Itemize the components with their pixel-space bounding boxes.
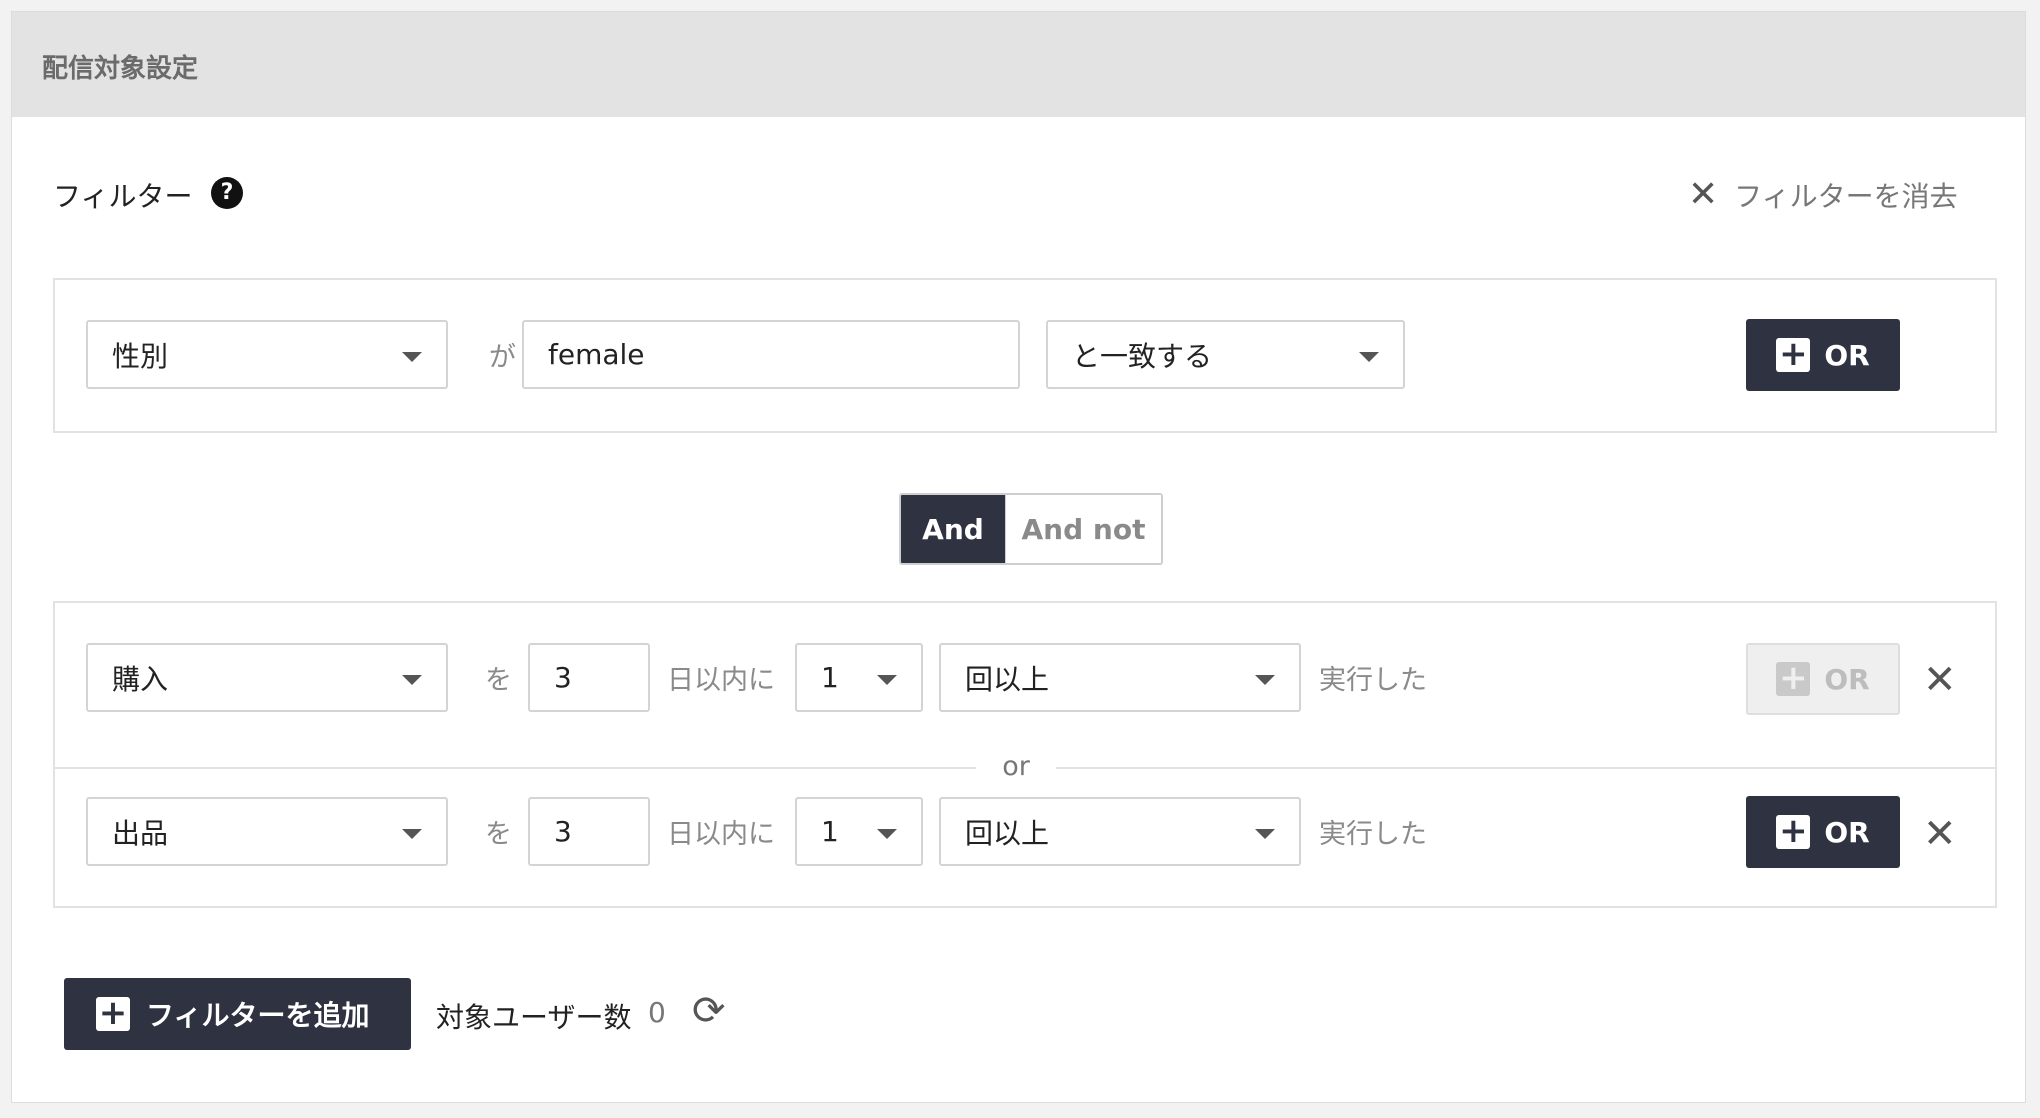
chevron-down-icon: [402, 829, 422, 839]
connector-wo: を: [485, 665, 512, 696]
event-select-value: 出品: [112, 816, 169, 850]
event-select[interactable]: 購入: [86, 643, 448, 712]
days-suffix: 日以内に: [667, 665, 775, 696]
plus-icon: +: [1776, 337, 1811, 372]
close-icon[interactable]: ✕: [1923, 814, 1957, 854]
add-or-button[interactable]: + OR: [1746, 796, 1900, 868]
target-users-label: 対象ユーザー数: [436, 1001, 632, 1034]
or-divider-label: or: [976, 751, 1056, 782]
add-filter-label: フィルターを追加: [146, 999, 370, 1032]
value-input-text: female: [548, 338, 645, 371]
days-input[interactable]: 3: [528, 797, 650, 866]
filter-group-1: 性別 が female と一致する + OR: [53, 278, 1997, 433]
filter-label: フィルター: [53, 180, 193, 213]
days-input-text: 3: [554, 815, 572, 848]
count-condition-select[interactable]: 回以上: [939, 797, 1301, 866]
add-or-button[interactable]: + OR: [1746, 319, 1900, 391]
chevron-down-icon: [877, 829, 897, 839]
filter-group-2: 購入 を 3 日以内に 1 回以上 実行した + OR ✕ or 出品 を 3 …: [53, 601, 1997, 908]
connector-wo: を: [485, 819, 512, 850]
add-or-button-disabled: + OR: [1746, 643, 1900, 715]
attribute-select-value: 性別: [112, 339, 169, 373]
add-or-label: OR: [1824, 662, 1870, 696]
add-filter-button[interactable]: + フィルターを追加: [64, 978, 411, 1050]
close-icon: ✕: [1688, 174, 1719, 215]
count-condition-value: 回以上: [965, 662, 1050, 696]
clear-filter-label: フィルターを消去: [1734, 180, 1958, 213]
chevron-down-icon: [402, 675, 422, 685]
attribute-select[interactable]: 性別: [86, 320, 448, 389]
add-or-label: OR: [1824, 815, 1870, 849]
chevron-down-icon: [1255, 675, 1275, 685]
refresh-icon[interactable]: ⟳: [692, 990, 734, 1032]
plus-icon: +: [1776, 814, 1811, 849]
toggle-and[interactable]: And: [901, 495, 1005, 563]
executed-label: 実行した: [1319, 665, 1427, 696]
days-input-text: 3: [554, 661, 572, 694]
operator-select[interactable]: と一致する: [1046, 320, 1405, 389]
toggle-and-not[interactable]: And not: [1005, 495, 1161, 563]
count-select-value: 1: [821, 815, 839, 848]
count-condition-select[interactable]: 回以上: [939, 643, 1301, 712]
chevron-down-icon: [877, 675, 897, 685]
panel-header: 配信対象設定: [12, 12, 2025, 117]
event-select[interactable]: 出品: [86, 797, 448, 866]
question-circle-icon[interactable]: ?: [211, 177, 243, 209]
delivery-target-panel: 配信対象設定 フィルター ? ✕ フィルターを消去 性別 が female と一…: [11, 11, 2026, 1103]
close-icon[interactable]: ✕: [1923, 660, 1957, 700]
plus-icon: +: [96, 996, 130, 1031]
logic-toggle: And And not: [899, 493, 1163, 565]
target-users-count: 0: [648, 996, 666, 1029]
count-select[interactable]: 1: [795, 643, 923, 712]
connector-ga: が: [489, 342, 516, 373]
executed-label: 実行した: [1319, 819, 1427, 850]
days-input[interactable]: 3: [528, 643, 650, 712]
event-select-value: 購入: [112, 662, 169, 696]
count-select[interactable]: 1: [795, 797, 923, 866]
chevron-down-icon: [402, 352, 422, 362]
chevron-down-icon: [1255, 829, 1275, 839]
days-suffix: 日以内に: [667, 819, 775, 850]
operator-select-value: と一致する: [1072, 339, 1213, 373]
add-or-label: OR: [1824, 338, 1870, 372]
count-select-value: 1: [821, 661, 839, 694]
plus-icon: +: [1776, 661, 1811, 696]
chevron-down-icon: [1359, 352, 1379, 362]
count-condition-value: 回以上: [965, 816, 1050, 850]
clear-filter-button[interactable]: ✕ フィルターを消去: [1688, 175, 1958, 215]
panel-title: 配信対象設定: [42, 54, 199, 84]
value-input[interactable]: female: [522, 320, 1020, 389]
